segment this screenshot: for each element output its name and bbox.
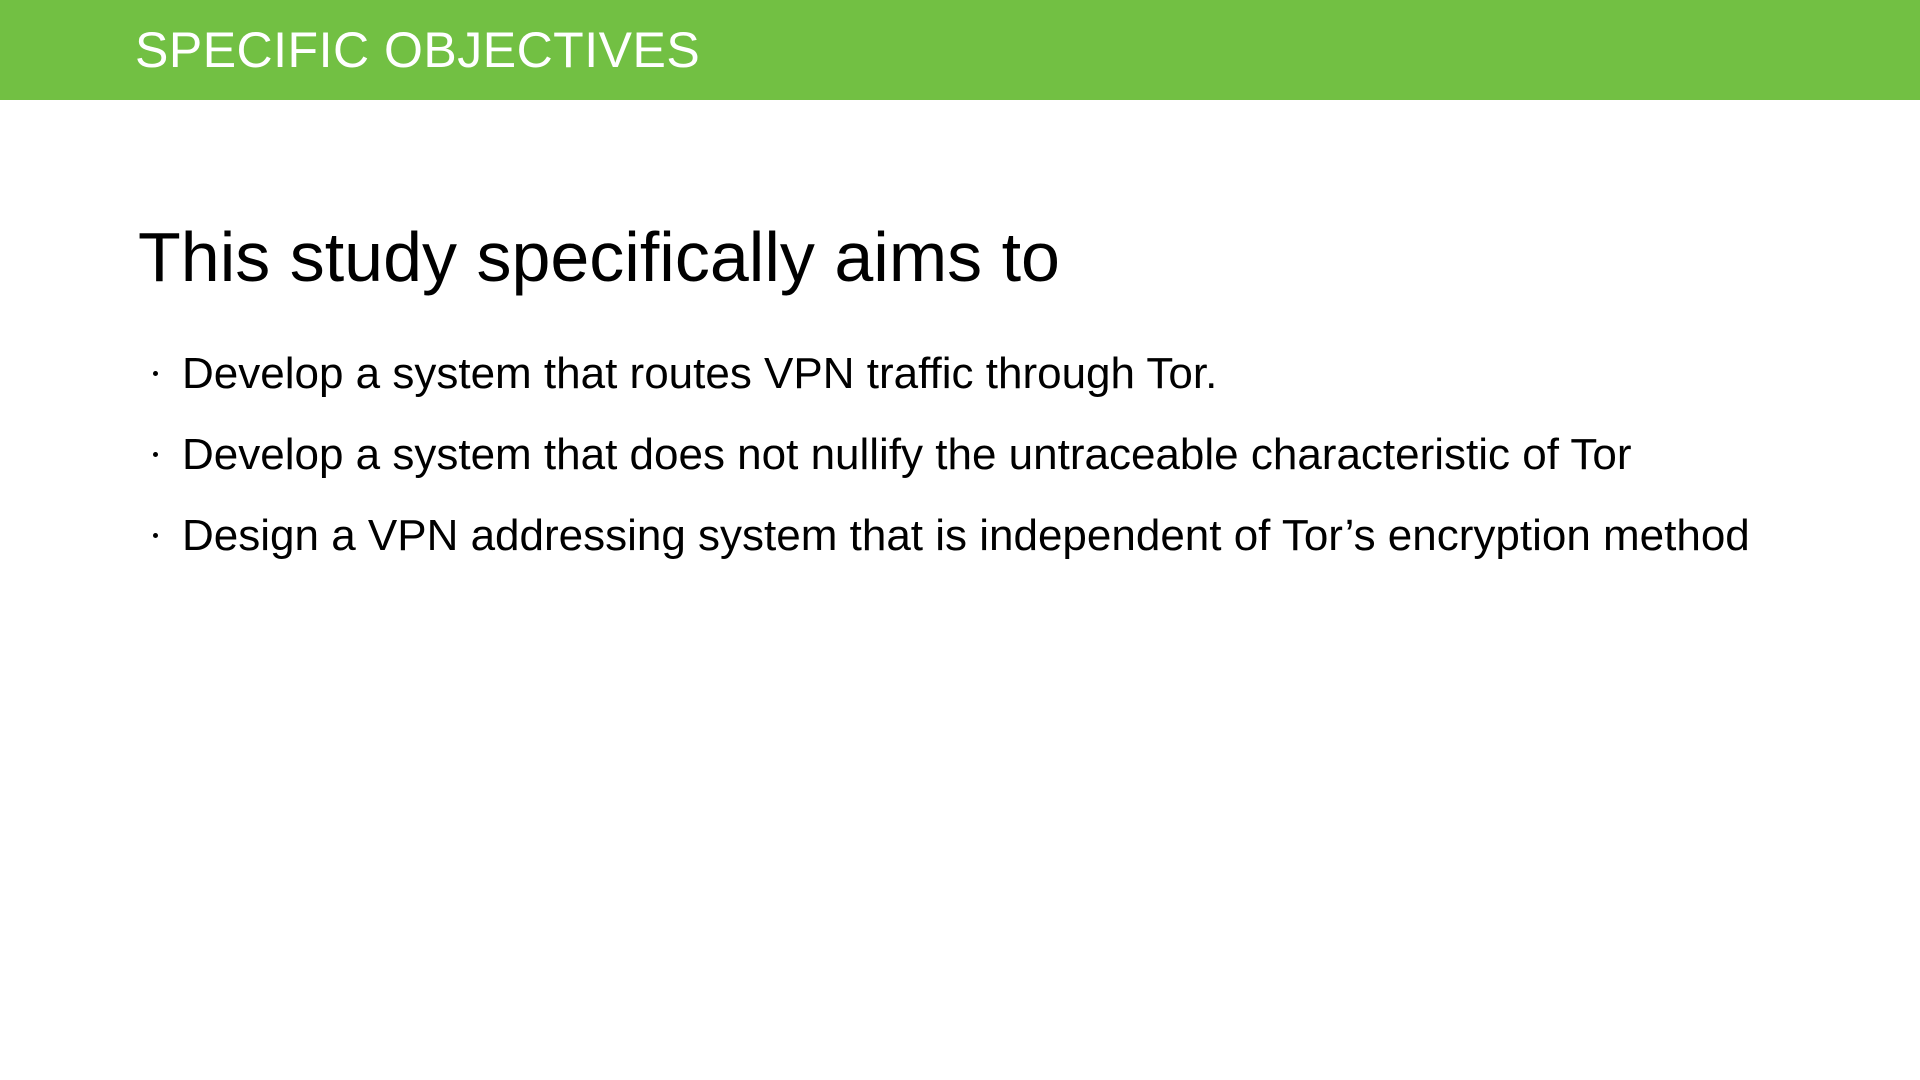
objective-text-2: Develop a system that does not nullify t… [182,430,1632,479]
bullet-dot-icon [153,452,158,457]
objective-text-3: Design a VPN addressing system that is i… [182,511,1750,560]
objectives-list: Develop a system that routes VPN traffic… [145,333,1785,576]
objective-item-3: Design a VPN addressing system that is i… [145,495,1785,576]
slide-heading: This study specifically aims to [138,218,1060,296]
objective-item-1: Develop a system that routes VPN traffic… [145,333,1785,414]
header-bar: SPECIFIC OBJECTIVES [0,0,1920,100]
bullet-dot-icon [153,371,158,376]
header-title: SPECIFIC OBJECTIVES [135,22,701,78]
objective-text-1: Develop a system that routes VPN traffic… [182,349,1218,398]
objective-item-2: Develop a system that does not nullify t… [145,414,1785,495]
bullet-dot-icon [153,533,158,538]
